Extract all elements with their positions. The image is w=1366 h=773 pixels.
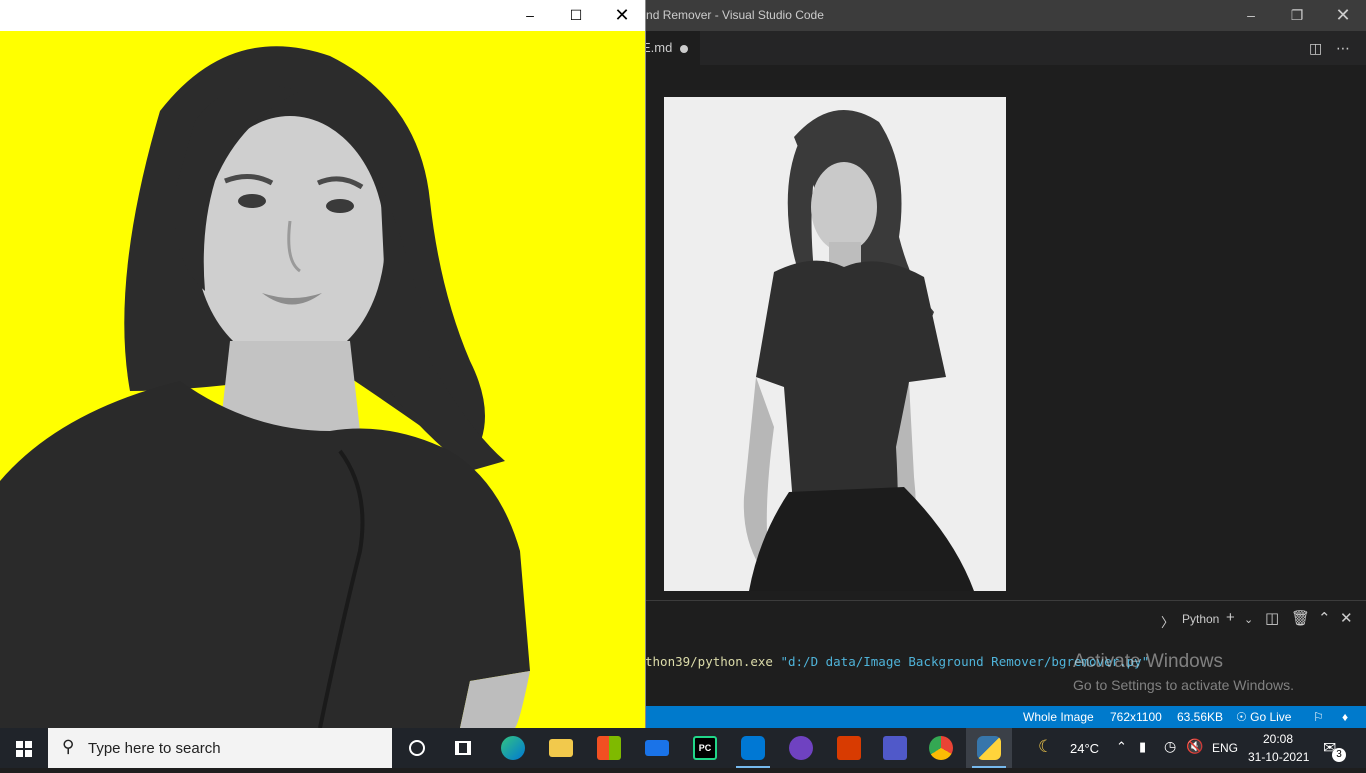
weather-temperature[interactable]: 24°C bbox=[1070, 741, 1099, 756]
terminal-shell-label[interactable]: Python bbox=[1182, 612, 1219, 626]
feedback-icon[interactable]: ⚐ bbox=[1313, 706, 1324, 728]
terminal-command: thon39/python.exe bbox=[645, 654, 773, 669]
unsaved-dot-icon[interactable] bbox=[680, 44, 689, 53]
search-icon: ⚲ bbox=[62, 737, 75, 756]
file-explorer-icon bbox=[549, 739, 573, 757]
close-icon[interactable]: ✕ bbox=[1320, 0, 1366, 31]
split-terminal-icon[interactable]: ◫ bbox=[1265, 609, 1279, 627]
clock-time[interactable]: 20:08 bbox=[1263, 732, 1293, 746]
go-live-label: Go Live bbox=[1250, 710, 1292, 724]
chrome-icon bbox=[929, 736, 953, 760]
cortana-button[interactable] bbox=[394, 728, 440, 768]
chevron-down-icon[interactable]: ⌄ bbox=[1244, 613, 1253, 626]
volume-muted-icon[interactable]: 🔇 bbox=[1186, 738, 1203, 755]
pycharm-app[interactable]: PC bbox=[682, 728, 728, 768]
activate-windows-subtitle: Go to Settings to activate Windows. bbox=[1073, 677, 1294, 693]
python-app[interactable] bbox=[966, 728, 1012, 768]
battery-icon[interactable]: ▮ bbox=[1139, 739, 1146, 755]
result-window-titlebar: – ☐ ✕ bbox=[0, 0, 645, 32]
background-removed-photo bbox=[0, 31, 645, 728]
teams-app[interactable] bbox=[872, 728, 918, 768]
result-image-canvas bbox=[0, 31, 645, 728]
status-bar: Whole Image 762x1100 63.56KB ☉ Go Live ⚐… bbox=[645, 706, 1366, 728]
restore-icon[interactable]: ❐ bbox=[1274, 0, 1320, 31]
vscode-icon bbox=[741, 736, 765, 760]
chrome-app[interactable] bbox=[918, 728, 964, 768]
trash-icon[interactable]: 🗑 bbox=[1291, 609, 1310, 627]
store-app[interactable] bbox=[586, 728, 632, 768]
office-app[interactable] bbox=[826, 728, 872, 768]
search-placeholder: Type here to search bbox=[88, 740, 221, 757]
edge-app[interactable] bbox=[490, 728, 536, 768]
input-language[interactable]: ENG bbox=[1212, 741, 1238, 755]
store-icon bbox=[597, 736, 621, 760]
python-icon bbox=[977, 736, 1001, 760]
close-panel-icon[interactable]: ✕ bbox=[1340, 609, 1353, 627]
show-hidden-icons-chevron-icon[interactable]: ⌃ bbox=[1116, 739, 1127, 755]
notifications-bell-icon[interactable]: ♦ bbox=[1342, 706, 1348, 728]
notification-count-badge: 3 bbox=[1332, 748, 1346, 762]
mail-icon bbox=[645, 740, 669, 756]
wifi-icon[interactable]: ◷ bbox=[1164, 738, 1176, 755]
task-view-button[interactable] bbox=[440, 728, 486, 768]
activate-windows-title: Activate Windows bbox=[1073, 651, 1223, 672]
more-actions-icon[interactable]: ⋯ bbox=[1336, 40, 1350, 57]
github-desktop-icon bbox=[789, 736, 813, 760]
task-view-icon bbox=[455, 741, 471, 755]
cortana-icon bbox=[409, 740, 425, 756]
editor-tab-label: E.md bbox=[642, 40, 673, 55]
status-dimensions[interactable]: 762x1100 bbox=[1110, 706, 1162, 728]
vscode-app[interactable] bbox=[730, 728, 776, 768]
teams-icon bbox=[883, 736, 907, 760]
result-image-window: – ☐ ✕ bbox=[0, 0, 646, 728]
original-photo-illustration bbox=[664, 97, 1006, 591]
taskbar: ⚲ Type here to search PC ☾ 24°C ⌃ ▮ ◷ 🔇 … bbox=[0, 728, 1366, 768]
status-file-size[interactable]: 63.56KB bbox=[1177, 706, 1223, 728]
weather-moon-icon[interactable]: ☾ bbox=[1038, 737, 1053, 757]
office-icon bbox=[837, 736, 861, 760]
pycharm-icon: PC bbox=[693, 736, 717, 760]
go-live-button[interactable]: ☉ Go Live bbox=[1236, 706, 1291, 728]
maximize-panel-icon[interactable]: ⌃ bbox=[1318, 609, 1331, 627]
minimize-icon[interactable]: – bbox=[1228, 0, 1274, 31]
taskbar-search-box[interactable]: ⚲ Type here to search bbox=[48, 728, 392, 768]
status-mode[interactable]: Whole Image bbox=[1023, 706, 1094, 728]
clock-date[interactable]: 31-10-2021 bbox=[1248, 750, 1309, 764]
start-button[interactable] bbox=[0, 728, 48, 768]
windows-logo-icon bbox=[16, 741, 32, 757]
edge-icon bbox=[501, 736, 525, 760]
terminal-shell-icon: 〉 bbox=[1161, 615, 1175, 630]
vscode-window-title: ground Remover - Visual Studio Code bbox=[622, 8, 824, 22]
mail-app[interactable] bbox=[634, 728, 680, 768]
close-icon[interactable]: ✕ bbox=[599, 0, 645, 31]
split-editor-icon[interactable]: ◫ bbox=[1309, 40, 1322, 57]
broadcast-icon: ☉ bbox=[1236, 710, 1247, 724]
minimize-icon[interactable]: – bbox=[507, 0, 553, 31]
file-explorer-app[interactable] bbox=[538, 728, 584, 768]
github-desktop-app[interactable] bbox=[778, 728, 824, 768]
activate-windows-watermark: Activate Windows Go to Settings to activ… bbox=[1073, 651, 1294, 693]
original-photo-preview bbox=[664, 97, 1006, 591]
new-terminal-icon[interactable]: + bbox=[1226, 609, 1235, 626]
maximize-icon[interactable]: ☐ bbox=[553, 0, 599, 31]
